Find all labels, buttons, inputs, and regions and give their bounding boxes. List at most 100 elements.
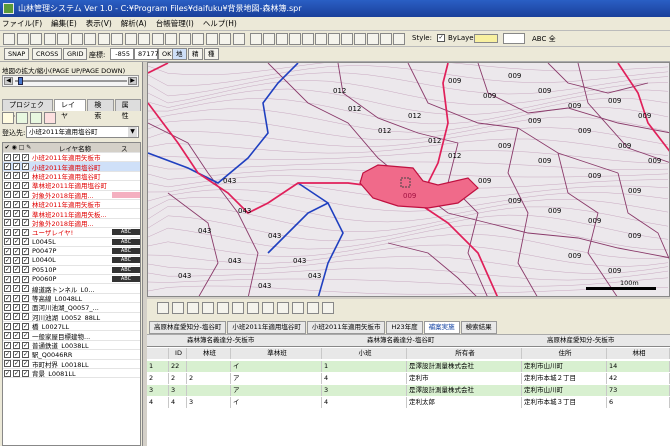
edit-checkbox[interactable]: ✓	[22, 181, 29, 189]
grid-icon[interactable]	[232, 302, 244, 314]
visible-checkbox[interactable]: ✓	[4, 238, 11, 246]
select-checkbox[interactable]: ✓	[13, 210, 20, 218]
edit-checkbox[interactable]: ✓	[22, 360, 29, 368]
color-swatch[interactable]	[503, 33, 525, 44]
visible-checkbox[interactable]: ✓	[4, 153, 11, 161]
zoom-right-arrow-icon[interactable]: ▶	[128, 77, 137, 85]
select-checkbox[interactable]: ✓	[13, 172, 20, 180]
sort-icon[interactable]	[172, 302, 184, 314]
coord-y-field[interactable]: 87177	[134, 48, 159, 60]
zoom-extent-icon[interactable]	[165, 33, 177, 45]
draw-polyline-icon[interactable]	[276, 33, 288, 45]
visible-checkbox[interactable]: ✓	[4, 200, 11, 208]
draw-ellipse-icon[interactable]	[328, 33, 340, 45]
tab-sheet-4[interactable]: H23年度	[386, 321, 423, 334]
layer-row[interactable]: ✓ ✓ ✓ 駅_Q0046RR	[3, 350, 140, 360]
draw-text-icon[interactable]	[354, 33, 366, 45]
layer-row[interactable]: ✓ ✓ ✓ 河川池湖_L0052_88LL	[3, 313, 140, 323]
zoom-window-icon[interactable]	[178, 33, 191, 45]
layer-row[interactable]: ✓ ✓ ✓ L0040L ABC	[3, 256, 140, 266]
edit-checkbox[interactable]: ✓	[22, 153, 29, 161]
select-checkbox[interactable]: ✓	[13, 191, 20, 199]
layer-row[interactable]: ✓ ✓ ✓ 準林班2011年適用矢板...	[3, 209, 140, 219]
layer-row[interactable]: ✓ ✓ ✓ P0060P ABC	[3, 275, 140, 285]
zoom-in-icon[interactable]	[138, 33, 150, 45]
menu-analyze[interactable]: 解析(A)	[121, 18, 147, 29]
edit-checkbox[interactable]: ✓	[22, 303, 29, 311]
select-checkbox[interactable]: ✓	[13, 303, 20, 311]
menu-file[interactable]: ファイル(F)	[2, 18, 42, 29]
select-checkbox[interactable]: ✓	[13, 219, 20, 227]
zoom-left-arrow-icon[interactable]: ◀	[4, 77, 13, 85]
zoom-slider[interactable]: ◀ ▶	[2, 75, 139, 87]
select-checkbox[interactable]: ✓	[13, 181, 20, 189]
edit-checkbox[interactable]: ✓	[22, 285, 29, 293]
mode-button-3[interactable]: 種	[204, 48, 219, 60]
select-checkbox[interactable]: ✓	[13, 341, 20, 349]
arc-icon[interactable]	[380, 33, 392, 45]
select-checkbox[interactable]: ✓	[13, 285, 20, 293]
redo-icon[interactable]	[111, 33, 123, 45]
visible-checkbox[interactable]: ✓	[4, 181, 11, 189]
undo-icon[interactable]	[97, 33, 110, 45]
select-checkbox[interactable]: ✓	[13, 294, 20, 302]
edit-checkbox[interactable]: ✓	[22, 266, 29, 274]
text-style-button[interactable]: ABC 全	[532, 34, 556, 44]
visible-checkbox[interactable]: ✓	[4, 341, 11, 349]
measure-icon[interactable]	[232, 33, 245, 45]
layer-row[interactable]: ✓ ✓ ✓ 一般家屋目標建物...	[3, 331, 140, 341]
visible-checkbox[interactable]: ✓	[4, 219, 11, 227]
grid-button[interactable]: GRID	[63, 48, 88, 60]
cross-button[interactable]: CROSS	[32, 48, 63, 60]
snap-button[interactable]: SNAP	[4, 48, 30, 60]
new-file-icon[interactable]	[3, 33, 15, 45]
draw-circle-icon[interactable]	[315, 33, 327, 45]
open-file-icon[interactable]	[16, 33, 29, 45]
tab-project[interactable]: プロジェクト	[2, 99, 53, 120]
visible-checkbox[interactable]: ✓	[4, 369, 11, 377]
edit-checkbox[interactable]: ✓	[22, 313, 29, 321]
select-checkbox[interactable]: ✓	[13, 332, 20, 340]
flag-icon[interactable]	[367, 33, 379, 45]
add-row-icon[interactable]	[277, 302, 289, 314]
new-layer-icon[interactable]	[2, 112, 14, 124]
visible-checkbox[interactable]: ✓	[4, 256, 11, 264]
edit-checkbox[interactable]: ✓	[22, 350, 29, 358]
edit-checkbox[interactable]: ✓	[22, 163, 29, 171]
select-checkbox[interactable]: ✓	[13, 163, 20, 171]
copy-icon[interactable]	[70, 33, 83, 45]
layer-row[interactable]: ✓ ✓ ✓ 小班2011年適用矢板市	[3, 153, 140, 163]
visible-checkbox[interactable]: ✓	[4, 303, 11, 311]
layer-icon[interactable]	[219, 33, 231, 45]
filter-icon[interactable]	[157, 302, 169, 314]
target-select[interactable]: 小班2011年適用塩谷町 ▼	[26, 126, 139, 138]
bylayer-checkbox[interactable]: ✓	[437, 34, 445, 42]
visible-checkbox[interactable]: ✓	[4, 350, 11, 358]
layer-row[interactable]: ✓ ✓ ✓ 小班2011年適用塩谷町	[3, 162, 140, 172]
edit-checkbox[interactable]: ✓	[22, 275, 29, 283]
visible-checkbox[interactable]: ✓	[4, 210, 11, 218]
delete-row-icon[interactable]	[292, 302, 304, 314]
visible-checkbox[interactable]: ✓	[4, 172, 11, 180]
select-checkbox[interactable]: ✓	[13, 360, 20, 368]
tab-attribute[interactable]: 属性	[114, 99, 141, 120]
select-checkbox[interactable]: ✓	[13, 313, 20, 321]
layer-row[interactable]: ✓ ✓ ✓ P0510P ABC	[3, 266, 140, 276]
visible-checkbox[interactable]: ✓	[4, 163, 11, 171]
visible-checkbox[interactable]: ✓	[4, 294, 11, 302]
select-checkbox[interactable]: ✓	[13, 238, 20, 246]
edit-checkbox[interactable]: ✓	[22, 200, 29, 208]
select-checkbox[interactable]: ✓	[13, 275, 20, 283]
zoom-out-icon[interactable]	[151, 33, 164, 45]
edit-checkbox[interactable]: ✓	[22, 341, 29, 349]
menu-help[interactable]: ヘルプ(H)	[203, 18, 237, 29]
select-checkbox[interactable]: ✓	[13, 369, 20, 377]
layer-row[interactable]: ✓ ✓ ✓ 市町村界_L0018LL	[3, 360, 140, 369]
edit-checkbox[interactable]: ✓	[22, 238, 29, 246]
select-checkbox[interactable]: ✓	[13, 228, 20, 236]
tab-sheet-2[interactable]: 小班2011年適用塩谷町	[227, 321, 306, 334]
edit-checkbox[interactable]: ✓	[22, 256, 29, 264]
zoom-thumb[interactable]	[18, 77, 23, 85]
layer-row[interactable]: ✓ ✓ ✓ 橋_L0027LL	[3, 322, 140, 332]
select-checkbox[interactable]: ✓	[13, 247, 20, 255]
